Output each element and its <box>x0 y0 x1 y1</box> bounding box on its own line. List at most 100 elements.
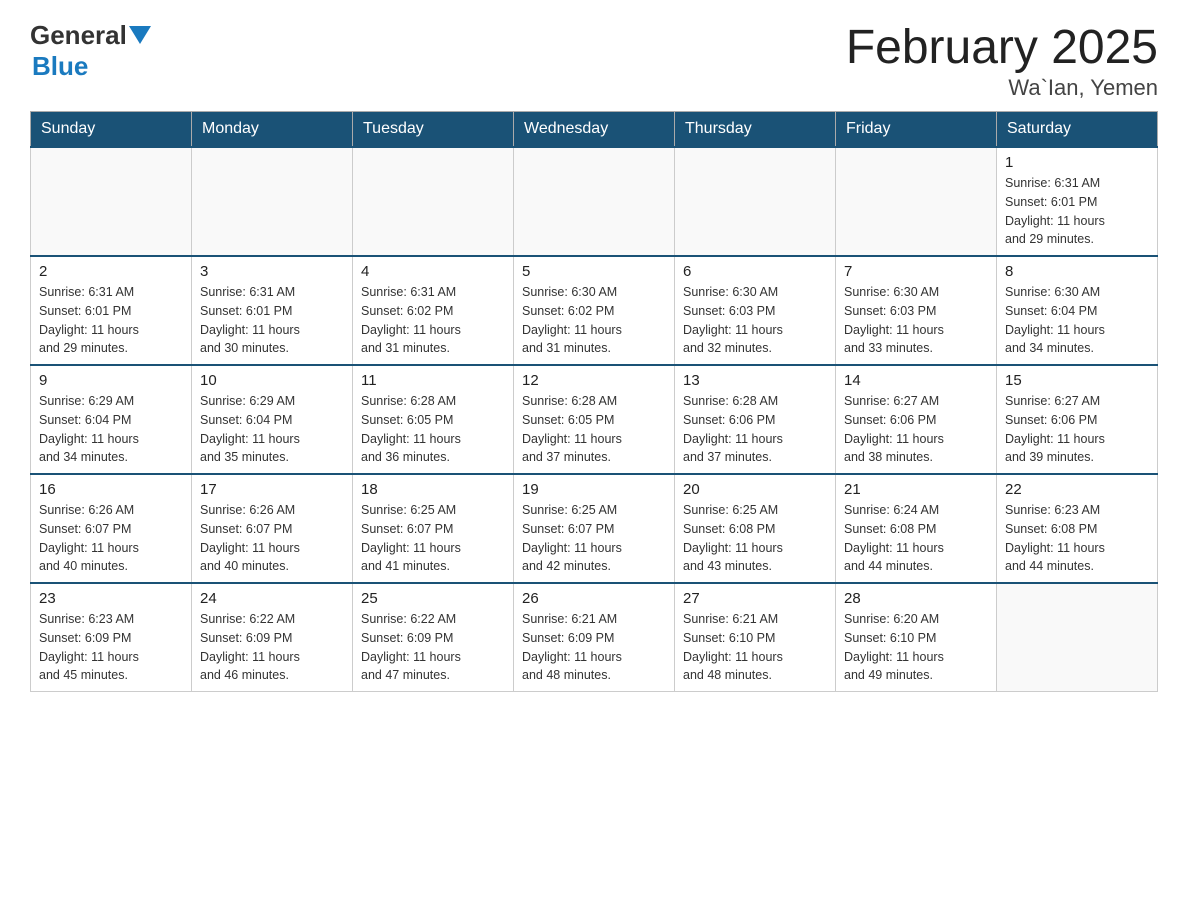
day-info: Sunrise: 6:20 AM Sunset: 6:10 PM Dayligh… <box>844 610 988 685</box>
day-info: Sunrise: 6:29 AM Sunset: 6:04 PM Dayligh… <box>200 392 344 467</box>
day-number: 10 <box>200 372 344 389</box>
day-number: 19 <box>522 481 666 498</box>
calendar-day-cell: 1 Sunrise: 6:31 AM Sunset: 6:01 PM Daylig… <box>997 147 1158 256</box>
day-of-week-header: Monday <box>192 112 353 148</box>
calendar-header-row: SundayMondayTuesdayWednesdayThursdayFrid… <box>31 112 1158 148</box>
calendar-week-row: 2 Sunrise: 6:31 AM Sunset: 6:01 PM Daylig… <box>31 256 1158 365</box>
day-info: Sunrise: 6:28 AM Sunset: 6:06 PM Dayligh… <box>683 392 827 467</box>
day-info: Sunrise: 6:25 AM Sunset: 6:07 PM Dayligh… <box>361 501 505 576</box>
calendar-day-cell <box>353 147 514 256</box>
calendar-day-cell: 12 Sunrise: 6:28 AM Sunset: 6:05 PM Dayli… <box>514 365 675 474</box>
calendar-day-cell: 19 Sunrise: 6:25 AM Sunset: 6:07 PM Dayli… <box>514 474 675 583</box>
day-number: 22 <box>1005 481 1149 498</box>
day-number: 12 <box>522 372 666 389</box>
calendar-day-cell: 22 Sunrise: 6:23 AM Sunset: 6:08 PM Dayli… <box>997 474 1158 583</box>
day-number: 9 <box>39 372 183 389</box>
day-info: Sunrise: 6:28 AM Sunset: 6:05 PM Dayligh… <box>522 392 666 467</box>
calendar-subtitle: Wa`Ian, Yemen <box>846 75 1158 101</box>
calendar-day-cell: 13 Sunrise: 6:28 AM Sunset: 6:06 PM Dayli… <box>675 365 836 474</box>
day-info: Sunrise: 6:26 AM Sunset: 6:07 PM Dayligh… <box>39 501 183 576</box>
day-info: Sunrise: 6:27 AM Sunset: 6:06 PM Dayligh… <box>844 392 988 467</box>
day-of-week-header: Thursday <box>675 112 836 148</box>
day-info: Sunrise: 6:21 AM Sunset: 6:09 PM Dayligh… <box>522 610 666 685</box>
day-number: 14 <box>844 372 988 389</box>
day-number: 21 <box>844 481 988 498</box>
day-number: 4 <box>361 263 505 280</box>
calendar-day-cell: 6 Sunrise: 6:30 AM Sunset: 6:03 PM Daylig… <box>675 256 836 365</box>
day-number: 25 <box>361 590 505 607</box>
day-number: 13 <box>683 372 827 389</box>
day-info: Sunrise: 6:25 AM Sunset: 6:07 PM Dayligh… <box>522 501 666 576</box>
day-info: Sunrise: 6:23 AM Sunset: 6:09 PM Dayligh… <box>39 610 183 685</box>
day-number: 15 <box>1005 372 1149 389</box>
day-of-week-header: Sunday <box>31 112 192 148</box>
day-info: Sunrise: 6:31 AM Sunset: 6:01 PM Dayligh… <box>1005 174 1149 249</box>
day-number: 24 <box>200 590 344 607</box>
day-of-week-header: Wednesday <box>514 112 675 148</box>
day-info: Sunrise: 6:31 AM Sunset: 6:02 PM Dayligh… <box>361 283 505 358</box>
day-number: 7 <box>844 263 988 280</box>
day-number: 26 <box>522 590 666 607</box>
day-info: Sunrise: 6:30 AM Sunset: 6:03 PM Dayligh… <box>683 283 827 358</box>
day-number: 5 <box>522 263 666 280</box>
day-number: 3 <box>200 263 344 280</box>
calendar-week-row: 1 Sunrise: 6:31 AM Sunset: 6:01 PM Daylig… <box>31 147 1158 256</box>
day-info: Sunrise: 6:29 AM Sunset: 6:04 PM Dayligh… <box>39 392 183 467</box>
calendar-day-cell: 23 Sunrise: 6:23 AM Sunset: 6:09 PM Dayli… <box>31 583 192 692</box>
day-info: Sunrise: 6:28 AM Sunset: 6:05 PM Dayligh… <box>361 392 505 467</box>
calendar-day-cell <box>997 583 1158 692</box>
day-number: 11 <box>361 372 505 389</box>
calendar-day-cell: 25 Sunrise: 6:22 AM Sunset: 6:09 PM Dayli… <box>353 583 514 692</box>
calendar-day-cell: 9 Sunrise: 6:29 AM Sunset: 6:04 PM Daylig… <box>31 365 192 474</box>
day-number: 27 <box>683 590 827 607</box>
calendar-day-cell <box>31 147 192 256</box>
calendar-day-cell: 27 Sunrise: 6:21 AM Sunset: 6:10 PM Dayli… <box>675 583 836 692</box>
calendar-table: SundayMondayTuesdayWednesdayThursdayFrid… <box>30 111 1158 692</box>
calendar-day-cell <box>514 147 675 256</box>
calendar-day-cell: 24Sunrise: 6:22 AM Sunset: 6:09 PM Dayli… <box>192 583 353 692</box>
calendar-title: February 2025 <box>846 20 1158 75</box>
calendar-day-cell: 7Sunrise: 6:30 AM Sunset: 6:03 PM Daylig… <box>836 256 997 365</box>
day-number: 23 <box>39 590 183 607</box>
day-number: 6 <box>683 263 827 280</box>
calendar-day-cell <box>192 147 353 256</box>
calendar-day-cell: 17Sunrise: 6:26 AM Sunset: 6:07 PM Dayli… <box>192 474 353 583</box>
calendar-day-cell: 11 Sunrise: 6:28 AM Sunset: 6:05 PM Dayli… <box>353 365 514 474</box>
calendar-day-cell: 18Sunrise: 6:25 AM Sunset: 6:07 PM Dayli… <box>353 474 514 583</box>
calendar-week-row: 16 Sunrise: 6:26 AM Sunset: 6:07 PM Dayli… <box>31 474 1158 583</box>
day-info: Sunrise: 6:31 AM Sunset: 6:01 PM Dayligh… <box>200 283 344 358</box>
day-number: 1 <box>1005 154 1149 171</box>
calendar-day-cell: 4 Sunrise: 6:31 AM Sunset: 6:02 PM Daylig… <box>353 256 514 365</box>
calendar-day-cell: 14 Sunrise: 6:27 AM Sunset: 6:06 PM Dayli… <box>836 365 997 474</box>
calendar-day-cell: 16 Sunrise: 6:26 AM Sunset: 6:07 PM Dayli… <box>31 474 192 583</box>
calendar-day-cell <box>836 147 997 256</box>
day-number: 17 <box>200 481 344 498</box>
calendar-day-cell: 21 Sunrise: 6:24 AM Sunset: 6:08 PM Dayli… <box>836 474 997 583</box>
day-info: Sunrise: 6:21 AM Sunset: 6:10 PM Dayligh… <box>683 610 827 685</box>
day-info: Sunrise: 6:30 AM Sunset: 6:04 PM Dayligh… <box>1005 283 1149 358</box>
day-of-week-header: Tuesday <box>353 112 514 148</box>
day-info: Sunrise: 6:24 AM Sunset: 6:08 PM Dayligh… <box>844 501 988 576</box>
day-of-week-header: Saturday <box>997 112 1158 148</box>
day-info: Sunrise: 6:23 AM Sunset: 6:08 PM Dayligh… <box>1005 501 1149 576</box>
day-info: Sunrise: 6:22 AM Sunset: 6:09 PM Dayligh… <box>361 610 505 685</box>
calendar-day-cell: 5 Sunrise: 6:30 AM Sunset: 6:02 PM Daylig… <box>514 256 675 365</box>
day-number: 28 <box>844 590 988 607</box>
calendar-day-cell: 20 Sunrise: 6:25 AM Sunset: 6:08 PM Dayli… <box>675 474 836 583</box>
day-number: 20 <box>683 481 827 498</box>
logo-general-text: General <box>30 20 127 51</box>
logo: General Blue <box>30 20 151 82</box>
calendar-day-cell <box>675 147 836 256</box>
calendar-day-cell: 28 Sunrise: 6:20 AM Sunset: 6:10 PM Dayli… <box>836 583 997 692</box>
calendar-week-row: 9 Sunrise: 6:29 AM Sunset: 6:04 PM Daylig… <box>31 365 1158 474</box>
calendar-day-cell: 8Sunrise: 6:30 AM Sunset: 6:04 PM Daylig… <box>997 256 1158 365</box>
calendar-day-cell: 15Sunrise: 6:27 AM Sunset: 6:06 PM Dayli… <box>997 365 1158 474</box>
page-header: General Blue February 2025 Wa`Ian, Yemen <box>30 20 1158 101</box>
day-info: Sunrise: 6:25 AM Sunset: 6:08 PM Dayligh… <box>683 501 827 576</box>
logo-blue-text: Blue <box>32 51 88 82</box>
calendar-day-cell: 3 Sunrise: 6:31 AM Sunset: 6:01 PM Daylig… <box>192 256 353 365</box>
day-info: Sunrise: 6:30 AM Sunset: 6:02 PM Dayligh… <box>522 283 666 358</box>
day-number: 2 <box>39 263 183 280</box>
day-number: 16 <box>39 481 183 498</box>
title-section: February 2025 Wa`Ian, Yemen <box>846 20 1158 101</box>
